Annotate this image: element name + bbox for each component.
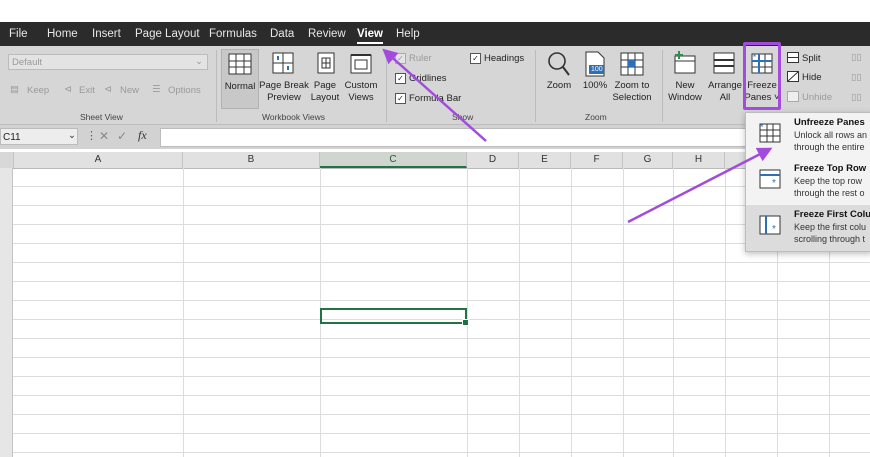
arrow-to-unfreeze-panes — [627, 147, 773, 224]
arrow-to-view-tab — [382, 48, 487, 142]
annotation-arrows — [382, 48, 773, 224]
